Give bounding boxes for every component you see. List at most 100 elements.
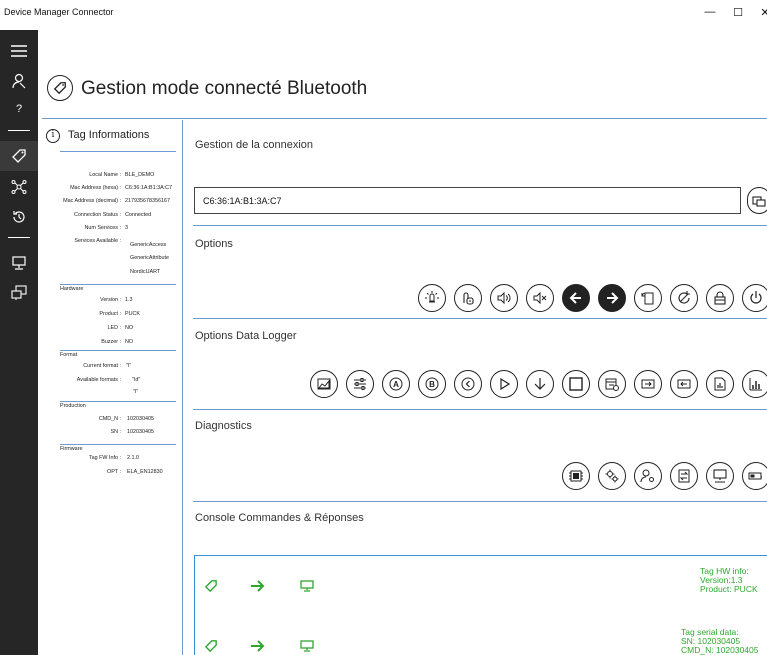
arrow-right-icon — [251, 640, 265, 652]
firmware-divider — [60, 444, 176, 445]
firmware-label: Firmware — [60, 446, 83, 452]
computer-button[interactable] — [706, 462, 734, 490]
lock-icon — [714, 291, 726, 305]
sound-mute-button[interactable] — [526, 284, 554, 312]
refresh-button[interactable] — [670, 284, 698, 312]
log-import-button[interactable] — [670, 370, 698, 398]
history-icon[interactable] — [0, 202, 38, 232]
tag-info-divider — [60, 151, 176, 152]
page-tag-icon — [47, 75, 73, 101]
close-button[interactable]: ✕ — [755, 6, 767, 19]
tag-icon — [204, 580, 217, 592]
reset-icon — [641, 292, 654, 305]
stop-button[interactable] — [562, 370, 590, 398]
mac-address-input[interactable] — [194, 187, 741, 214]
log-export-button[interactable] — [634, 370, 662, 398]
tag-icon[interactable] — [0, 141, 38, 171]
cmd-n-value: 102030405 — [127, 416, 154, 422]
datalogger-divider — [193, 409, 767, 410]
panel-divider — [182, 120, 183, 655]
kv-label: LED : — [107, 325, 121, 331]
kv-label: Mac Address (hexa) : — [70, 185, 121, 191]
user-settings-button[interactable] — [634, 462, 662, 490]
letter-a-icon: A — [389, 377, 403, 391]
settings-button[interactable] — [598, 462, 626, 490]
computer-icon — [300, 580, 314, 592]
format-label: Format — [60, 352, 78, 358]
arrow-right-icon — [251, 580, 265, 592]
minimize-button[interactable]: — — [700, 6, 720, 18]
chip-button[interactable] — [562, 462, 590, 490]
battery-icon — [748, 472, 762, 480]
back-button[interactable] — [454, 370, 482, 398]
report-icon — [714, 377, 726, 391]
previous-button[interactable] — [562, 284, 590, 312]
local-name-value: BLE_DEMO — [125, 172, 155, 178]
led-button[interactable] — [418, 284, 446, 312]
hw-product-value: PUCK — [125, 311, 140, 317]
page-title: Gestion mode connecté Bluetooth — [81, 78, 368, 99]
console-message: Tag HW info: Version:1.3 Product: PUCK — [700, 567, 758, 594]
kv-label: Mac Address (decimal) : — [63, 198, 121, 204]
chart-area-button[interactable] — [310, 370, 338, 398]
sync-button[interactable] — [670, 462, 698, 490]
download-button[interactable] — [526, 370, 554, 398]
num-services-value: 3 — [125, 225, 128, 231]
tag-icon — [204, 640, 217, 652]
console-line: Product: PUCK — [700, 584, 758, 594]
format-divider — [60, 350, 176, 351]
network-icon[interactable] — [0, 172, 38, 202]
kv-label: Num Services : — [84, 225, 121, 231]
sn-value: 102030405 — [127, 429, 154, 435]
diagnostics-divider — [193, 501, 767, 502]
report-button[interactable] — [706, 370, 734, 398]
kv-label: SN : — [110, 429, 121, 435]
mac-decimal-value: 217935678356167 — [125, 198, 170, 204]
options-section-title: Options — [195, 238, 233, 250]
reset-button[interactable] — [634, 284, 662, 312]
sound-on-button[interactable] — [490, 284, 518, 312]
next-button[interactable] — [598, 284, 626, 312]
lock-button[interactable] — [706, 284, 734, 312]
finger-on-icon — [463, 292, 474, 305]
arrow-down-icon — [534, 378, 546, 390]
kv-label: OPT : — [107, 469, 121, 475]
connect-button[interactable] — [747, 187, 767, 214]
chevron-left-icon — [461, 377, 475, 391]
monitor-icon[interactable] — [0, 248, 38, 278]
letter-a-button[interactable]: A — [382, 370, 410, 398]
battery-button[interactable] — [742, 462, 767, 490]
hardware-divider — [60, 284, 176, 285]
diagnostics-section-title: Diagnostics — [195, 420, 252, 432]
hamburger-menu-icon[interactable] — [0, 36, 38, 66]
production-divider — [60, 401, 176, 402]
help-icon[interactable]: ? — [0, 94, 38, 124]
available-format-item: "I" — [133, 389, 139, 395]
maximize-button[interactable]: ☐ — [728, 6, 748, 19]
play-button[interactable] — [490, 370, 518, 398]
finger-on-button[interactable] — [454, 284, 482, 312]
svg-text:B: B — [429, 380, 435, 389]
hw-version-value: 1.3 — [125, 297, 133, 303]
power-icon — [750, 291, 762, 304]
letter-b-button[interactable]: B — [418, 370, 446, 398]
chip-icon — [569, 470, 583, 482]
connection-status-value: Connected — [125, 212, 152, 218]
user-key-icon[interactable] — [0, 66, 38, 96]
window-title: Device Manager Connector — [4, 7, 114, 17]
nav-separator — [8, 130, 30, 131]
device-sync-icon[interactable] — [0, 278, 38, 308]
arrow-left-icon — [569, 292, 581, 304]
hw-led-value: NO — [125, 325, 134, 331]
calendar-icon — [605, 378, 619, 391]
calendar-button[interactable] — [598, 370, 626, 398]
equalizer-button[interactable] — [346, 370, 374, 398]
log-export-icon — [641, 379, 655, 389]
title-bar: Device Manager Connector — ☐ ✕ — [0, 0, 767, 30]
settings-icon — [605, 469, 619, 483]
sound-mute-icon — [533, 291, 547, 305]
console-panel[interactable]: Tag HW info: Version:1.3 Product: PUCK T… — [194, 555, 767, 655]
chart-bar-button[interactable] — [742, 370, 767, 398]
power-button[interactable] — [742, 284, 767, 312]
equalizer-icon — [354, 378, 366, 390]
